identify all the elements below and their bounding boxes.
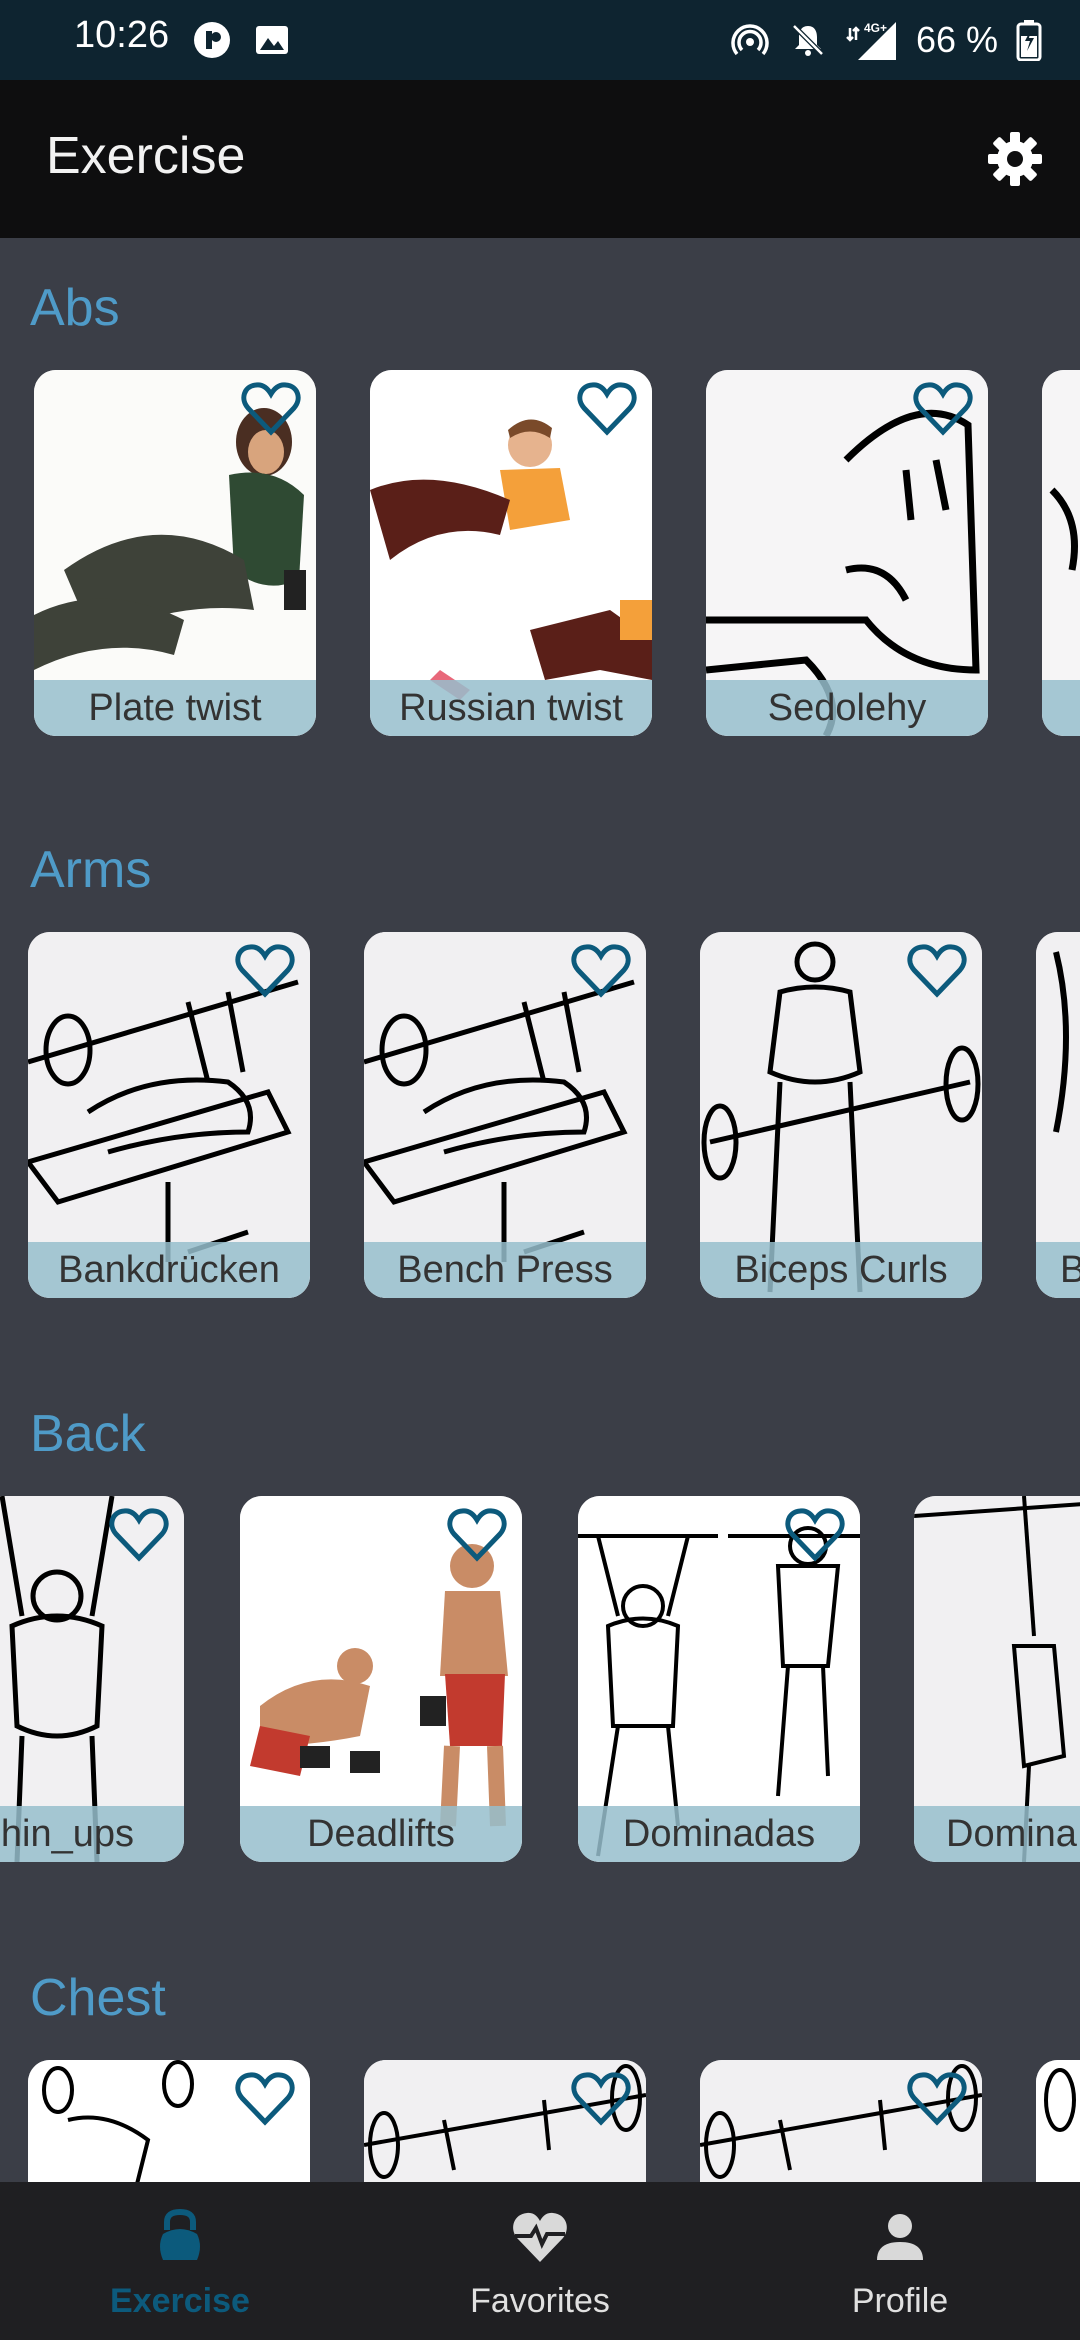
exercise-card[interactable]: B — [1036, 932, 1080, 1298]
section-title: Back — [30, 1405, 146, 1463]
card-label: hin_ups — [0, 1806, 184, 1862]
app-bar: Exercise — [0, 80, 1080, 238]
heart-icon[interactable] — [576, 380, 638, 438]
status-time: 10:26 — [74, 14, 170, 56]
exercise-card[interactable] — [28, 2060, 310, 2182]
signal-icon: 4G+ — [846, 21, 896, 60]
exercise-image — [1036, 2060, 1080, 2182]
section-title: Chest — [30, 1969, 166, 2027]
card-label: B — [1036, 1242, 1080, 1298]
exercise-card[interactable]: Domina — [914, 1496, 1080, 1862]
card-label: Bankdrücken — [28, 1242, 310, 1298]
heart-icon[interactable] — [108, 1506, 170, 1564]
nav-exercise[interactable]: Exercise — [0, 2182, 360, 2340]
exercise-card[interactable] — [1042, 370, 1080, 736]
heart-icon[interactable] — [570, 2070, 632, 2128]
heart-pulse-icon — [513, 2212, 567, 2262]
card-label: Bench Press — [364, 1242, 646, 1298]
heart-icon[interactable] — [446, 1506, 508, 1564]
exercise-list[interactable]: Abs Plate twist Russian twist Sedolehy A… — [0, 238, 1080, 2182]
section-abs: Abs Plate twist Russian twist Sedolehy — [0, 238, 1080, 802]
person-icon — [877, 2214, 923, 2260]
exercise-card[interactable] — [364, 2060, 646, 2182]
exercise-card[interactable]: Plate twist — [34, 370, 316, 736]
status-bar: 10:26 4G+ 66 % — [0, 0, 1080, 80]
page-title: Exercise — [46, 127, 246, 185]
heart-icon[interactable] — [240, 380, 302, 438]
bottom-navigation: Exercise Favorites Profile — [0, 2182, 1080, 2340]
heart-icon[interactable] — [234, 2070, 296, 2128]
card-label: Biceps Curls — [700, 1242, 982, 1298]
nav-label: Exercise — [110, 2282, 250, 2320]
card-label: Domina — [914, 1806, 1080, 1862]
exercise-card[interactable]: Biceps Curls — [700, 932, 982, 1298]
heart-icon[interactable] — [912, 380, 974, 438]
exercise-card[interactable] — [1036, 2060, 1080, 2182]
nav-profile[interactable]: Profile — [720, 2182, 1080, 2340]
card-label: Sedolehy — [706, 680, 988, 736]
card-label: Russian twist — [370, 680, 652, 736]
exercise-card[interactable]: hin_ups — [0, 1496, 184, 1862]
exercise-card[interactable]: Sedolehy — [706, 370, 988, 736]
exercise-card[interactable]: Bankdrücken — [28, 932, 310, 1298]
exercise-card[interactable]: Bench Press — [364, 932, 646, 1298]
hotspot-icon — [731, 24, 769, 56]
exercise-card[interactable] — [700, 2060, 982, 2182]
network-label: 4G+ — [864, 21, 887, 35]
section-title: Arms — [30, 841, 152, 899]
status-right: 4G+ 66 % — [730, 14, 1042, 66]
image-notification-icon — [256, 26, 288, 54]
battery-percent: 66 % — [915, 19, 998, 60]
card-label — [1042, 680, 1080, 736]
heart-icon[interactable] — [906, 942, 968, 1000]
section-arms: Arms Bankdrücken Bench Press Biceps Curl… — [0, 802, 1080, 1366]
battery-icon — [1016, 20, 1042, 61]
mute-bell-icon — [792, 24, 824, 56]
card-label: Dominadas — [578, 1806, 860, 1862]
nav-favorites[interactable]: Favorites — [360, 2182, 720, 2340]
nav-label: Profile — [851, 2282, 949, 2320]
nav-label: Favorites — [470, 2282, 610, 2320]
section-title: Abs — [30, 279, 120, 337]
card-label: Plate twist — [34, 680, 316, 736]
card-label: Deadlifts — [240, 1806, 522, 1862]
app-notification-icon — [194, 22, 230, 58]
section-chest: Chest — [0, 1930, 1080, 2182]
exercise-card[interactable]: Russian twist — [370, 370, 652, 736]
kettlebell-icon — [160, 2208, 200, 2260]
heart-icon[interactable] — [784, 1506, 846, 1564]
heart-icon[interactable] — [906, 2070, 968, 2128]
settings-button[interactable] — [980, 124, 1050, 194]
exercise-card[interactable]: Dominadas — [578, 1496, 860, 1862]
heart-icon[interactable] — [570, 942, 632, 1000]
exercise-card[interactable]: Deadlifts — [240, 1496, 522, 1862]
heart-icon[interactable] — [234, 942, 296, 1000]
section-back: Back hin_ups Deadlifts Dominadas Domina — [0, 1366, 1080, 1930]
gear-icon — [988, 132, 1042, 186]
